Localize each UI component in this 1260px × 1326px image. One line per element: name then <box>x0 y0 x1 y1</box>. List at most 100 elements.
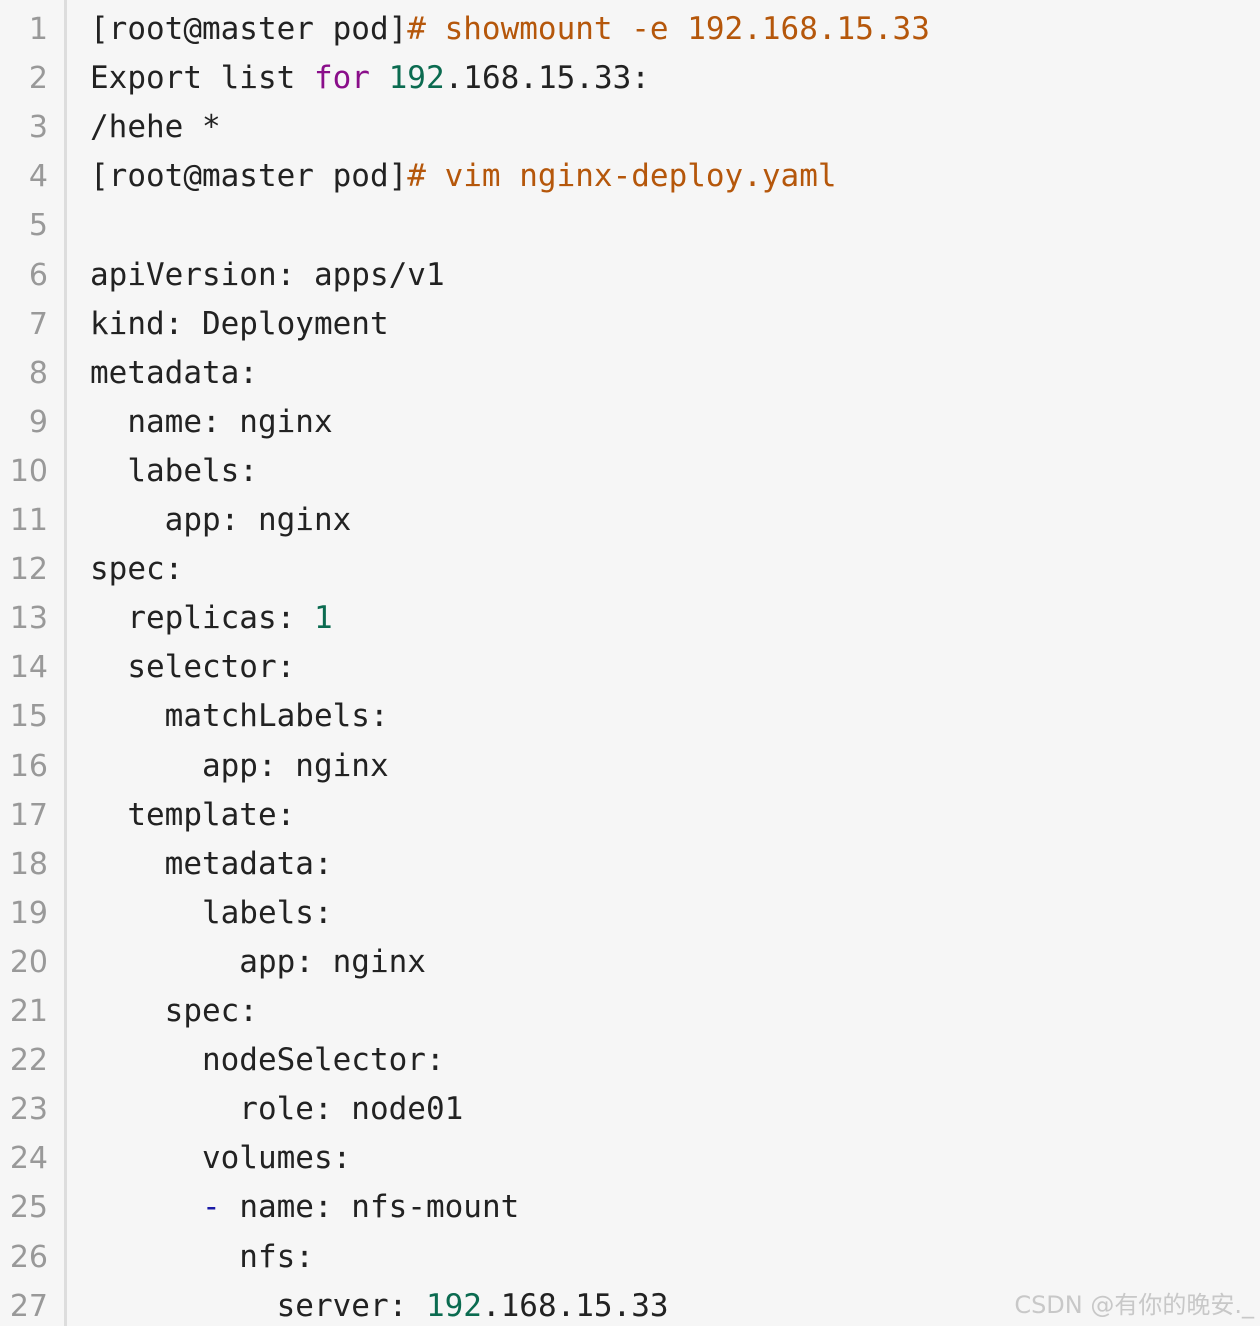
line-number: 4 <box>28 159 48 195</box>
line-number: 12 <box>9 552 48 588</box>
code-token: Export list <box>90 60 314 97</box>
code-token: [root@master pod] <box>90 11 408 47</box>
code-text: role: node01 <box>90 1085 463 1134</box>
code-token: .168.15.33: <box>444 60 650 97</box>
code-line: 12 spec: <box>0 545 1260 594</box>
code-token: 1 <box>313 600 333 637</box>
line-number: 24 <box>9 1141 48 1177</box>
line-number: 20 <box>9 944 48 980</box>
code-token: - <box>201 1189 221 1226</box>
line-number: 15 <box>9 699 48 735</box>
code-token: replicas: <box>90 600 314 637</box>
line-number: 8 <box>28 355 48 391</box>
code-line: 18 metadata: <box>0 840 1260 889</box>
code-text: metadata: <box>90 349 258 398</box>
code-text: app: nginx <box>90 938 426 987</box>
code-token: app: nginx <box>90 747 389 784</box>
line-number: 6 <box>28 257 48 293</box>
code-line: 2 Export list for 192.168.15.33: <box>0 54 1260 103</box>
code-text: - name: nfs-mount <box>90 1183 519 1232</box>
code-text: apiVersion: apps/v1 <box>90 251 445 300</box>
code-line: 10 labels: <box>0 447 1260 496</box>
code-line: 25 - name: nfs-mount <box>0 1183 1260 1232</box>
code-token: nodeSelector: <box>90 1042 445 1079</box>
code-line: 26 nfs: <box>0 1233 1260 1282</box>
code-text: [root@master pod]# vim nginx-deploy.yaml <box>90 152 837 201</box>
code-token: name: nfs-mount <box>220 1189 520 1226</box>
code-line: 21 spec: <box>0 987 1260 1036</box>
line-number: 16 <box>9 748 48 784</box>
code-line: 5 <box>0 201 1260 250</box>
code-text: labels: <box>90 447 258 496</box>
line-number: 23 <box>9 1092 48 1128</box>
code-text: kind: Deployment <box>90 300 389 349</box>
line-number: 10 <box>9 453 48 489</box>
code-line: 20 app: nginx <box>0 938 1260 987</box>
line-number: 3 <box>28 110 48 146</box>
code-token: metadata: <box>90 354 258 391</box>
code-line: 15 matchLabels: <box>0 692 1260 741</box>
line-number: 9 <box>28 404 48 440</box>
code-token: app: nginx <box>90 502 352 538</box>
code-text: replicas: 1 <box>90 594 333 643</box>
code-text: app: nginx <box>90 496 352 545</box>
code-line: 16 app: nginx <box>0 742 1260 791</box>
line-number: 27 <box>9 1288 48 1324</box>
code-text: name: nginx <box>90 398 333 447</box>
code-text: nfs: <box>90 1233 314 1282</box>
code-token: .168.15.33 <box>481 1287 669 1324</box>
code-line: 11 app: nginx <box>0 496 1260 545</box>
line-number: 26 <box>9 1239 48 1275</box>
code-token: # showmount -e 192.168.15.33 <box>407 11 930 47</box>
code-token: apiVersion: apps/v1 <box>90 256 445 293</box>
line-number: 21 <box>9 994 48 1029</box>
code-text: selector: <box>90 643 295 692</box>
code-token: /hehe * <box>90 109 221 146</box>
code-line: 4 [root@master pod]# vim nginx-deploy.yam… <box>0 152 1260 201</box>
code-line: 3/hehe * <box>0 103 1260 152</box>
code-text: spec: <box>90 987 258 1036</box>
code-text: spec: <box>90 545 183 594</box>
line-number: 17 <box>9 797 48 833</box>
code-text: nodeSelector: <box>90 1036 445 1085</box>
line-number: 22 <box>9 1043 48 1079</box>
code-token: spec: <box>90 551 184 588</box>
code-text: server: 192.168.15.33 <box>90 1282 669 1326</box>
code-text: app: nginx <box>90 742 389 791</box>
code-text: labels: <box>90 889 333 938</box>
code-line: 14 selector: <box>0 643 1260 692</box>
line-number: 7 <box>28 306 48 342</box>
code-token: metadata: <box>90 845 333 882</box>
code-line: 8 metadata: <box>0 349 1260 398</box>
code-line: 22 nodeSelector: <box>0 1036 1260 1085</box>
code-line: 9 name: nginx <box>0 398 1260 447</box>
code-text: metadata: <box>90 840 333 889</box>
code-line: 24 volumes: <box>0 1134 1260 1183</box>
watermark: CSDN @有你的晚安._ <box>1014 1291 1254 1319</box>
code-token: 192 <box>388 60 445 97</box>
code-token: template: <box>90 796 296 833</box>
line-number: 5 <box>28 208 48 244</box>
code-token: selector: <box>90 649 296 686</box>
line-number: 11 <box>9 503 48 538</box>
code-token: volumes: <box>90 1140 352 1177</box>
code-line: 7 kind: Deployment <box>0 300 1260 349</box>
code-token: # vim nginx-deploy.yaml <box>407 158 837 195</box>
code-text: [root@master pod]# showmount -e 192.168.… <box>90 5 930 54</box>
code-token: role: node01 <box>90 1091 464 1128</box>
code-text: volumes: <box>90 1134 351 1183</box>
code-token: server: <box>90 1287 426 1324</box>
code-line: 1 [root@master pod]# showmount -e 192.168… <box>0 5 1260 54</box>
code-token: labels: <box>90 452 258 489</box>
code-line: 23 role: node01 <box>0 1085 1260 1134</box>
code-token: 192 <box>425 1287 482 1324</box>
code-token: app: nginx <box>90 943 426 980</box>
code-line: 13 replicas: 1 <box>0 594 1260 643</box>
line-number: 19 <box>9 895 48 931</box>
line-number: 2 <box>28 61 48 97</box>
code-token: kind: Deployment <box>90 305 389 342</box>
line-number: 1 <box>28 12 48 47</box>
code-token: name: nginx <box>90 403 333 440</box>
code-line: 19 labels: <box>0 889 1260 938</box>
